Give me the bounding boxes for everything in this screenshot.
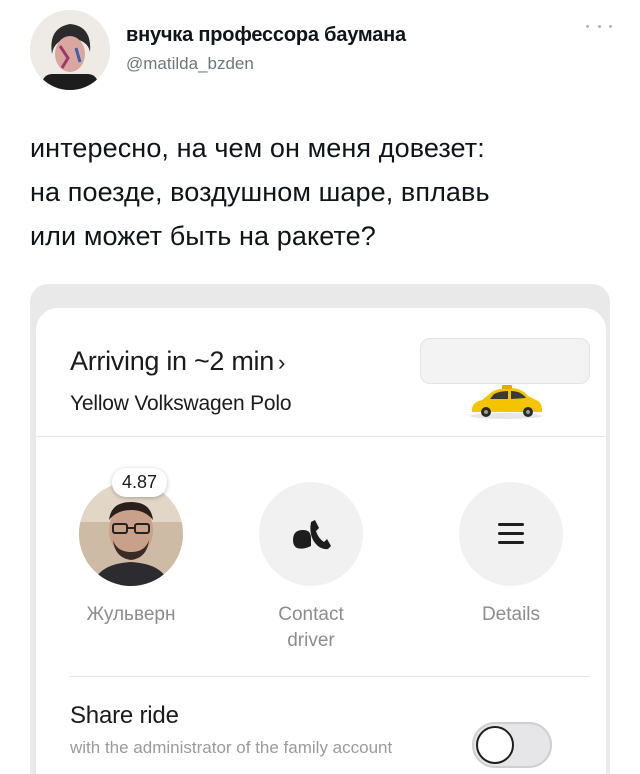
author-avatar[interactable] [30,10,110,90]
details-button[interactable]: Details [436,468,586,628]
contact-label-line: driver [287,630,335,651]
author-avatar-image [30,10,110,90]
driver-photo[interactable] [79,482,183,586]
contact-driver-button[interactable]: Contact driver [236,468,386,654]
phone-icon[interactable] [259,482,363,586]
author-display-name[interactable]: внучка профессора баумана [126,24,406,47]
driver-rating: 4.87 [112,468,168,497]
contact-label-line: Contact [278,604,344,625]
divider [36,436,606,437]
yellow-car-icon [466,384,546,420]
menu-icon[interactable] [459,482,563,586]
chevron-right-icon: › [277,350,285,375]
driver-name: Жульверн [86,604,176,625]
license-plate [420,338,590,384]
attached-screenshot[interactable]: Arriving in ~2 min › Yellow Volkswagen Po… [30,284,610,774]
more-horizontal-icon[interactable] [586,16,612,36]
toggle-knob[interactable] [476,726,514,764]
share-ride-title: Share ride [70,702,179,729]
arrival-title[interactable]: Arriving in ~2 min › [70,346,285,377]
tweet-text: интересно, на чем он меня довезет: на по… [30,126,620,258]
contact-label: Contact driver [236,602,386,654]
arrival-text: Arriving in ~2 min [70,346,274,376]
ride-card: Arriving in ~2 min › Yellow Volkswagen Po… [36,308,606,774]
tweet-text-line: интересно, на чем он меня довезет: [30,133,485,163]
share-ride-toggle[interactable] [472,722,552,768]
tweet-text-line: на поезде, воздушном шаре, вплавь [30,177,490,207]
share-ride-description: with the administrator of the family acc… [70,738,393,757]
divider [70,676,590,677]
driver-info[interactable]: 4.87 Жульверн [56,468,206,628]
tweet-text-line: или может быть на ракете? [30,221,376,251]
details-label: Details [481,604,541,625]
car-model: Yellow Volkswagen Polo [70,392,292,415]
author-handle[interactable]: @matilda_bzden [126,54,254,74]
tweet-header: внучка профессора баумана @matilda_bzden [28,6,618,90]
